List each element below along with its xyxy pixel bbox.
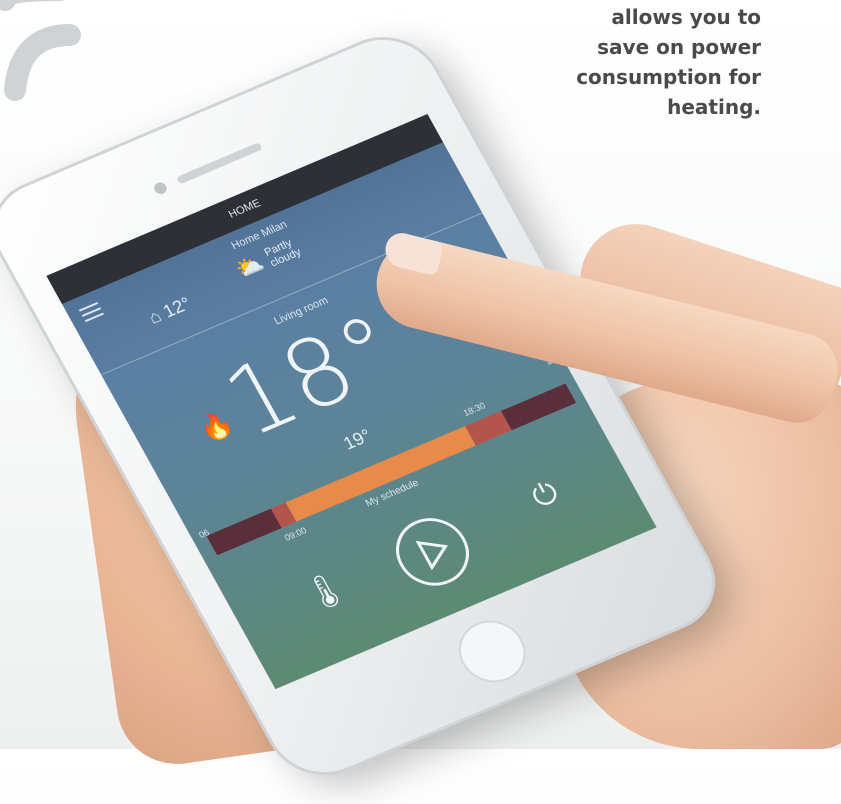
partly-cloudy-icon: ⛅ xyxy=(231,249,269,283)
caption-line: save on power xyxy=(597,35,761,59)
play-button[interactable] xyxy=(383,507,482,597)
thermometer-plus-icon[interactable]: 🌡 xyxy=(296,566,355,618)
caption-line: consumption for xyxy=(576,65,761,89)
schedule-segment xyxy=(285,426,476,522)
caption-line: allows you to xyxy=(611,5,761,29)
decorative-arc xyxy=(0,0,81,101)
schedule-segment xyxy=(206,508,282,556)
outdoor-temperature: 12° xyxy=(159,293,195,322)
app-title: HOME xyxy=(226,197,263,221)
setpoint-temperature: 19° xyxy=(339,425,375,454)
schedule-end-time: 18:30 xyxy=(461,400,488,419)
flame-icon: 🔥 xyxy=(194,406,239,446)
outdoor-weather: ⌂ 12° xyxy=(145,293,195,328)
schedule-start-time: 09:00 xyxy=(282,525,309,543)
play-icon xyxy=(415,540,448,571)
schedule-segment xyxy=(500,383,577,431)
power-icon[interactable]: ⏻ xyxy=(526,476,564,515)
